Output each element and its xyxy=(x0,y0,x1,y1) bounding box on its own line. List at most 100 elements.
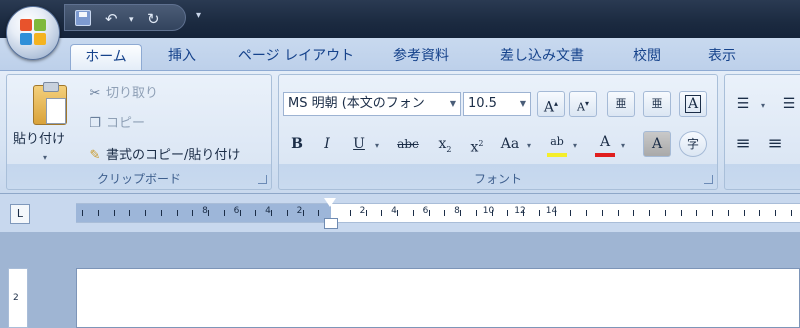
ruler-tick xyxy=(664,210,666,216)
copy-button[interactable]: ❐ コピー xyxy=(87,115,145,133)
vertical-ruler: 2 xyxy=(8,268,28,328)
align-center-button[interactable]: ≡ xyxy=(761,131,789,157)
tab-insert[interactable]: 挿入 xyxy=(152,44,212,70)
strikethrough-button[interactable]: abc xyxy=(391,131,425,157)
char-shading-button[interactable]: A xyxy=(643,131,671,157)
underline-dropdown-icon[interactable]: ▾ xyxy=(375,141,379,150)
shrink-arrow-icon: ▾ xyxy=(584,99,589,108)
clipboard-group: 貼り付け ▾ ✂ 切り取り ❐ コピー ✎ 書式のコピー/貼り付け クリップボード xyxy=(6,74,272,190)
ruler-tick xyxy=(649,210,650,216)
shrink-font-button[interactable]: A▾ xyxy=(569,91,597,117)
ruler-number: 8 xyxy=(202,206,208,216)
undo-icon[interactable]: ↶ xyxy=(105,10,118,28)
paste-button[interactable]: 貼り付け xyxy=(13,131,65,149)
clear-format-label: 亜 xyxy=(615,97,627,110)
redo-icon[interactable]: ↻ xyxy=(147,10,160,28)
ruler-tick xyxy=(223,210,225,216)
grow-font-button[interactable]: A▴ xyxy=(537,91,565,117)
customize-qat-icon[interactable]: ▾ xyxy=(196,10,201,21)
ruler-tick xyxy=(428,210,430,216)
bold-button[interactable]: B xyxy=(283,131,311,157)
char-border-button[interactable]: A xyxy=(679,91,707,117)
ruler-tick xyxy=(475,210,477,216)
clipboard-launcher-icon[interactable] xyxy=(258,175,267,184)
paste-dropdown-icon[interactable]: ▾ xyxy=(43,149,47,167)
ruler-tick xyxy=(538,210,540,216)
subscript-button[interactable]: x2 xyxy=(431,131,459,157)
ruler-tick xyxy=(523,210,524,216)
tab-home[interactable]: ホーム xyxy=(70,44,142,70)
superscript-button[interactable]: x2 xyxy=(463,131,491,157)
numbering-button[interactable]: ☰ xyxy=(775,91,800,117)
subscript-mark: 2 xyxy=(446,144,452,154)
ruler-tick xyxy=(349,210,351,216)
ruler-tick xyxy=(302,210,304,216)
document-page[interactable] xyxy=(76,268,800,328)
undo-dropdown-icon[interactable]: ▾ xyxy=(129,11,134,29)
ruler-tick xyxy=(97,210,99,216)
format-painter-button[interactable]: ✎ 書式のコピー/貼り付け xyxy=(87,147,241,165)
italic-button[interactable]: I xyxy=(313,131,341,157)
ruler-tick xyxy=(239,210,241,216)
highlight-button[interactable]: ab xyxy=(543,129,571,155)
change-case-button[interactable]: Aa xyxy=(493,131,527,157)
ruler-tick xyxy=(381,210,383,216)
phonetic-guide-button[interactable]: 亜 xyxy=(643,91,671,117)
tab-page-layout[interactable]: ページ レイアウト xyxy=(228,44,364,70)
tab-selector[interactable]: L xyxy=(10,204,30,224)
underline-button[interactable]: U xyxy=(345,131,373,157)
tab-view[interactable]: 表示 xyxy=(690,44,754,70)
ruler-tick xyxy=(743,210,745,216)
ruler-tick xyxy=(712,210,713,216)
ruler-number: 2 xyxy=(296,206,303,216)
ruler-tick xyxy=(286,210,288,216)
tab-review[interactable]: 校閲 xyxy=(614,44,680,70)
clear-format-button[interactable]: 亜 xyxy=(607,91,635,117)
horizontal-ruler[interactable]: 8 6 4 2 2 4 6 8 10 12 14 xyxy=(76,203,800,223)
office-logo-icon xyxy=(20,19,48,47)
grow-font-label: A xyxy=(543,99,555,116)
tab-mailings[interactable]: 差し込み文書 xyxy=(484,44,600,70)
change-case-dropdown-icon[interactable]: ▾ xyxy=(527,141,531,150)
enclose-char-button[interactable]: 字 xyxy=(679,131,707,157)
font-launcher-icon[interactable] xyxy=(704,175,713,184)
font-color-dropdown-icon[interactable]: ▾ xyxy=(621,141,625,150)
font-name-combo[interactable]: MS 明朝 (本文のフォン ▼ xyxy=(283,92,461,116)
font-group-label: フォント xyxy=(473,172,522,186)
highlight-color-bar xyxy=(547,153,567,157)
indent-marker[interactable] xyxy=(324,198,338,229)
tab-references[interactable]: 参考資料 xyxy=(376,44,466,70)
clipboard-group-label: クリップボード xyxy=(96,172,181,186)
bullets-button[interactable]: ☰ xyxy=(729,91,757,117)
ruler-tick xyxy=(255,210,257,216)
ruler-tick xyxy=(775,210,776,216)
font-size-combo[interactable]: 10.5 ▼ xyxy=(463,92,531,116)
font-color-bar xyxy=(595,153,615,157)
office-button[interactable] xyxy=(6,6,60,60)
save-icon[interactable] xyxy=(75,10,91,26)
paste-icon[interactable] xyxy=(33,82,67,125)
ruler-tick xyxy=(617,210,619,216)
copy-icon: ❐ xyxy=(89,116,101,131)
ruler-tick xyxy=(318,210,320,216)
ruler-number: 2 xyxy=(359,206,366,216)
cut-button[interactable]: ✂ 切り取り xyxy=(87,85,158,103)
superscript-mark: 2 xyxy=(478,139,484,148)
font-group: MS 明朝 (本文のフォン ▼ 10.5 ▼ A▴ A▾ 亜 亜 A B I U… xyxy=(278,74,718,190)
ruler-tick xyxy=(397,210,398,216)
ruler-tick xyxy=(271,210,272,216)
vertical-ruler-mark: 2 xyxy=(13,293,19,303)
chevron-down-icon[interactable]: ▼ xyxy=(446,93,460,115)
ruler-tick xyxy=(176,210,178,216)
ruler-tick xyxy=(790,210,792,216)
ruler-tick xyxy=(491,210,493,216)
ribbon-tabs: ホーム 挿入 ページ レイアウト 参考資料 差し込み文書 校閲 表示 xyxy=(0,38,800,70)
highlight-dropdown-icon[interactable]: ▾ xyxy=(573,141,577,150)
font-color-button[interactable]: A xyxy=(591,129,619,155)
ruler-tick xyxy=(129,210,131,216)
ruler-tick xyxy=(160,210,162,216)
chevron-down-icon[interactable]: ▼ xyxy=(516,93,530,115)
align-left-button[interactable]: ≡ xyxy=(729,131,757,157)
bullets-dropdown-icon[interactable]: ▾ xyxy=(761,101,765,110)
font-name-value: MS 明朝 (本文のフォン xyxy=(288,96,425,111)
